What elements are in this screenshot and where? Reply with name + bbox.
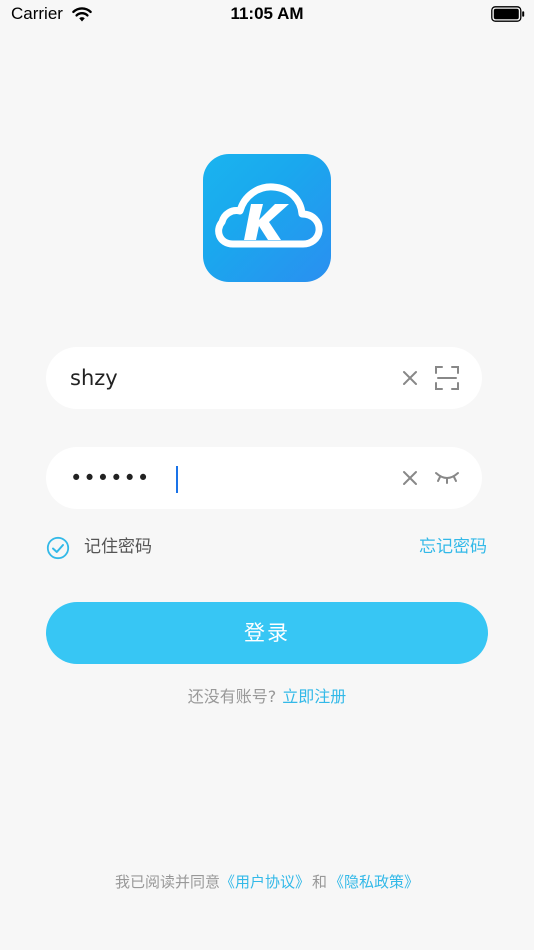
- agreement-row: 我已阅读并同意《用户协议》和《隐私政策》: [0, 870, 534, 894]
- username-field[interactable]: shzy: [46, 347, 482, 409]
- register-row: 还没有账号? 立即注册: [0, 685, 534, 709]
- text-cursor: [176, 466, 178, 493]
- privacy-policy-link[interactable]: 《隐私政策》: [329, 873, 419, 891]
- battery-full-icon: [491, 6, 525, 22]
- check-circle-icon[interactable]: [46, 536, 70, 560]
- forgot-password-link[interactable]: 忘记密码: [419, 534, 487, 560]
- close-icon[interactable]: [401, 369, 419, 387]
- password-field[interactable]: ••••••: [46, 447, 482, 509]
- remember-password-label[interactable]: 记住密码: [84, 534, 152, 560]
- user-agreement-link[interactable]: 《用户协议》: [220, 873, 310, 891]
- eye-closed-icon[interactable]: [434, 468, 460, 486]
- cloud-k-logo-icon: [215, 183, 323, 248]
- status-bar: Carrier 11:05 AM: [0, 0, 534, 30]
- agreement-and: 和: [312, 873, 328, 891]
- register-link[interactable]: 立即注册: [282, 687, 346, 706]
- login-button[interactable]: 登录: [46, 602, 488, 664]
- clock: 11:05 AM: [230, 4, 304, 23]
- app-logo: [203, 154, 331, 282]
- scan-icon[interactable]: [434, 365, 460, 391]
- agreement-prefix: 我已阅读并同意: [114, 873, 220, 891]
- register-prompt: 还没有账号?: [187, 687, 277, 706]
- username-input[interactable]: shzy: [70, 347, 118, 409]
- password-input[interactable]: ••••••: [70, 447, 150, 509]
- close-icon[interactable]: [401, 469, 419, 487]
